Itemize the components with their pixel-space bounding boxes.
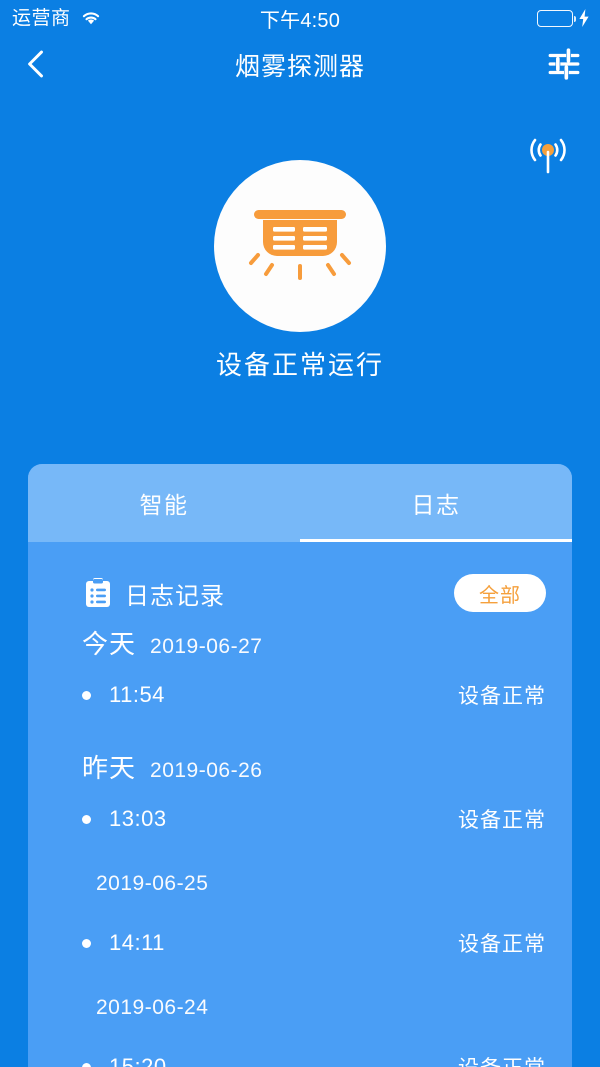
content-panel: 智能 日志 日志记录 全部 今天 2019-06-27 11:54 设备正常 昨… [28,464,572,1067]
log-entry-status: 设备正常 [458,1052,546,1067]
lightning-bolt-icon [578,9,590,27]
log-group-header: 今天 2019-06-27 [28,624,572,668]
log-group-header: 昨天 2019-06-26 [28,748,572,792]
log-entry-status: 设备正常 [458,809,546,832]
log-filter-button[interactable]: 全部 [454,574,546,612]
bullet-dot-icon [82,690,91,700]
log-entry-time: 11:54 [109,682,165,707]
log-group: 2019-06-25 14:11 设备正常 [28,872,572,970]
status-bar: 运营商 下午4:50 [0,0,600,36]
log-group-day-label: 今天 [82,629,137,659]
page-title: 烟雾探测器 [0,36,600,94]
log-group-date: 2019-06-24 [96,996,209,1019]
clipboard-icon [85,578,111,608]
settings-button[interactable] [542,44,586,88]
sliders-icon [547,47,581,86]
log-entry-status: 设备正常 [458,685,546,708]
log-entry-status: 设备正常 [458,933,546,956]
log-filter-label: 全部 [479,584,521,607]
log-group-day-label: 昨天 [82,753,137,783]
app-screen: 运营商 下午4:50 烟雾探测器 设备正常运行 智能 日志 日志记录 全部 今天… [0,0,600,1067]
log-group: 昨天 2019-06-26 13:03 设备正常 [28,748,572,846]
bullet-dot-icon [82,938,91,948]
log-entry[interactable]: 13:03 设备正常 [28,792,572,846]
status-bar-right [537,0,590,36]
log-group-spacer [28,722,572,748]
tab-log[interactable]: 日志 [300,464,572,542]
log-entry-time: 15:20 [109,1054,167,1067]
log-entry-time: 13:03 [109,806,167,831]
log-group-spacer [28,846,572,872]
clock-label: 下午4:50 [259,9,341,32]
log-list: 日志记录 全部 今天 2019-06-27 11:54 设备正常 昨天 2019… [28,562,572,1067]
log-entry[interactable]: 14:11 设备正常 [28,916,572,970]
smoke-detector-icon [248,204,352,288]
antenna-signal-icon[interactable] [524,132,572,178]
bullet-dot-icon [82,814,91,824]
status-bar-clock: 下午4:50 [0,0,600,36]
log-entry[interactable]: 15:20 设备正常 [28,1040,572,1067]
log-group: 今天 2019-06-27 11:54 设备正常 [28,624,572,722]
log-header: 日志记录 全部 [28,562,572,624]
log-group-spacer [28,970,572,996]
log-group-date: 2019-06-26 [150,759,263,782]
log-header-title: 日志记录 [125,582,225,610]
tab-smart-label: 智能 [139,492,189,518]
tab-log-label: 日志 [411,492,461,518]
log-group-header: 2019-06-24 [28,996,572,1040]
tab-bar: 智能 日志 [28,464,572,542]
tab-smart[interactable]: 智能 [28,464,300,542]
device-status-label: 设备正常运行 [215,350,384,380]
device-status-text: 设备正常运行 [0,345,600,382]
log-group-date: 2019-06-27 [150,635,263,658]
log-group-header: 2019-06-25 [28,872,572,916]
log-group: 2019-06-24 15:20 设备正常 [28,996,572,1067]
log-group-date: 2019-06-25 [96,872,209,895]
log-entry[interactable]: 11:54 设备正常 [28,668,572,722]
nav-title-label: 烟雾探测器 [234,53,365,81]
log-entry-time: 14:11 [109,930,165,955]
bullet-dot-icon [82,1062,91,1067]
battery-icon [537,9,576,27]
device-icon-circle [214,160,386,332]
nav-bar: 烟雾探测器 [0,36,600,94]
